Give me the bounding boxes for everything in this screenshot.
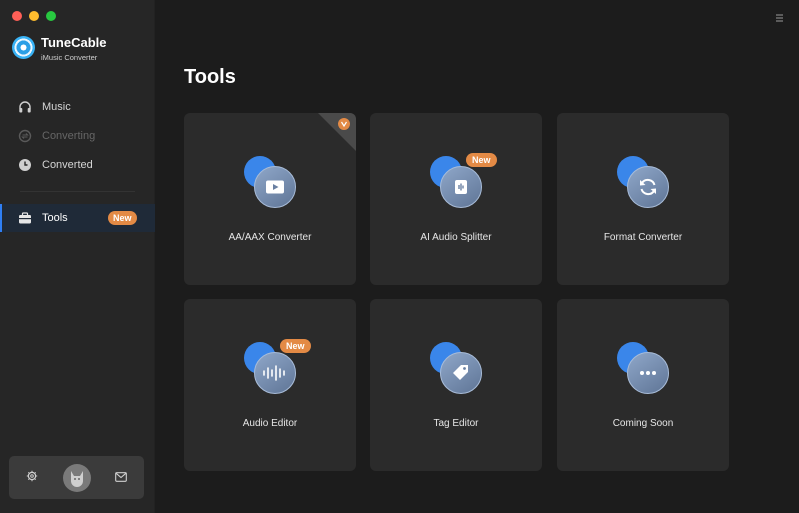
sidebar: TuneCable iMusic Converter Music Convert… <box>0 0 155 513</box>
tool-icon-container <box>617 342 671 396</box>
settings-icon[interactable] <box>26 469 38 487</box>
sidebar-item-label: Music <box>42 100 71 113</box>
video-play-icon <box>254 166 296 208</box>
tool-card-ai-audio-splitter[interactable]: New AI Audio Splitter <box>370 113 542 285</box>
menu-icon[interactable] <box>773 11 785 23</box>
brand: TuneCable iMusic Converter <box>12 34 107 62</box>
tool-label: Tag Editor <box>433 418 479 429</box>
sidebar-item-tools[interactable]: Tools New <box>0 204 155 232</box>
sidebar-item-label: Converted <box>42 158 93 171</box>
clock-icon <box>18 158 32 172</box>
tool-card-tag-editor[interactable]: Tag Editor <box>370 299 542 471</box>
new-badge: New <box>280 339 311 353</box>
tool-card-coming-soon[interactable]: Coming Soon <box>557 299 729 471</box>
refresh-icon <box>627 166 669 208</box>
tool-icon-container <box>244 156 298 210</box>
waveform-icon <box>254 352 296 394</box>
window-controls <box>12 11 56 21</box>
converting-icon <box>18 129 32 143</box>
sidebar-item-converted[interactable]: Converted <box>0 150 155 179</box>
tool-card-format-converter[interactable]: Format Converter <box>557 113 729 285</box>
audio-split-icon <box>440 166 482 208</box>
sidebar-item-converting[interactable]: Converting <box>0 121 155 150</box>
tools-grid: AA/AAX Converter New AI Audio Splitter F… <box>184 113 729 471</box>
new-badge: New <box>108 211 137 225</box>
tool-icon-container <box>430 342 484 396</box>
headphones-icon <box>18 100 32 114</box>
tool-label: AI Audio Splitter <box>420 232 492 243</box>
tool-label: Format Converter <box>603 232 683 243</box>
mail-icon[interactable] <box>115 469 127 487</box>
toolbox-icon <box>18 211 32 225</box>
tool-label: Coming Soon <box>612 418 674 429</box>
tool-card-aa-aax-converter[interactable]: AA/AAX Converter <box>184 113 356 285</box>
avatar[interactable] <box>62 463 91 492</box>
more-dots-icon <box>627 352 669 394</box>
tag-icon <box>440 352 482 394</box>
sidebar-item-label: Tools <box>42 212 68 224</box>
close-window-button[interactable] <box>12 11 22 21</box>
sidebar-item-label: Converting <box>42 129 96 142</box>
tool-label: Audio Editor <box>242 418 298 429</box>
sidebar-divider <box>20 191 135 192</box>
minimize-window-button[interactable] <box>29 11 39 21</box>
app-name: TuneCable <box>41 35 107 50</box>
zoom-window-button[interactable] <box>46 11 56 21</box>
tool-label: AA/AAX Converter <box>228 232 312 243</box>
tool-icon-container <box>617 156 671 210</box>
page-title: Tools <box>184 66 236 88</box>
sidebar-footer <box>9 456 144 499</box>
app-subtitle: iMusic Converter <box>41 53 98 62</box>
corner-badge-icon <box>318 113 356 151</box>
sidebar-item-music[interactable]: Music <box>0 92 155 121</box>
tool-card-audio-editor[interactable]: New Audio Editor <box>184 299 356 471</box>
new-badge: New <box>466 153 497 167</box>
sidebar-nav: Music Converting Converted Tools New <box>0 92 155 232</box>
app-logo-icon <box>12 36 35 59</box>
